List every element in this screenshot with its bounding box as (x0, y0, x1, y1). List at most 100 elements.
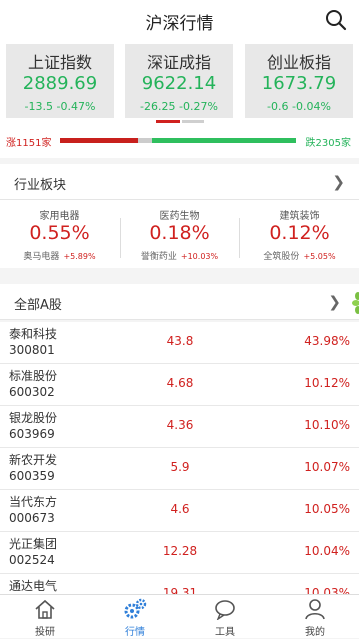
sector-pct: 0.18% (149, 222, 210, 244)
stock-name: 通达电气 (9, 579, 58, 593)
stock-price: 12.28 (162, 544, 198, 558)
index-value: 1673.79 (261, 73, 337, 94)
tab-label: 行情 (125, 627, 145, 638)
stock-price: 43.8 (166, 334, 194, 348)
section-title: 全部A股 (14, 298, 62, 313)
stock-pct: 10.05% (304, 502, 350, 516)
index-change-points: -13.5 (24, 100, 54, 113)
stock-pct: 10.07% (304, 460, 350, 474)
tab-research[interactable]: 投研 (0, 595, 90, 639)
carousel-dot (182, 120, 204, 123)
tab-label: 工具 (215, 627, 235, 638)
sector-name: 建筑装饰 (279, 211, 320, 222)
stock-row[interactable]: 标准股份 600302 4.68 10.12% (0, 364, 359, 406)
sector-leader: 全筑股份 +5.05% (240, 249, 359, 262)
index-card-chinext[interactable]: 创业板指 1673.79 -0.6 -0.04% (245, 44, 353, 118)
sector-pct: 0.12% (269, 222, 330, 244)
index-change: -13.5 -0.47% (6, 100, 114, 113)
stock-pct: 10.12% (304, 376, 350, 390)
index-card-shenzhen[interactable]: 深证成指 9622.14 -26.25 -0.27% (125, 44, 233, 118)
chevron-right-icon: ❯ (328, 293, 341, 311)
search-icon[interactable] (325, 9, 347, 31)
stock-code: 600359 (9, 469, 55, 483)
stock-name: 标准股份 (9, 369, 58, 383)
bottom-tab-bar: 投研 行情 工具 我的 (0, 594, 359, 638)
top-bar: 沪深行情 (0, 0, 359, 40)
stock-code: 300801 (9, 343, 55, 357)
index-change: -26.25 -0.27% (125, 100, 233, 113)
stock-pct: 10.10% (304, 418, 350, 432)
sector-item[interactable]: 建筑装饰 0.12% 全筑股份 +5.05% (240, 200, 359, 268)
stock-row[interactable]: 当代东方 000673 4.6 10.05% (0, 490, 359, 532)
leader-pct: +5.05% (303, 252, 336, 261)
chat-icon (215, 600, 235, 620)
carousel-dot-active (156, 120, 180, 123)
stock-row[interactable]: 泰和科技 300801 43.8 43.98% (0, 322, 359, 364)
tab-mine[interactable]: 我的 (270, 595, 359, 639)
stock-name: 新农开发 (9, 453, 58, 467)
stock-code: 002524 (9, 553, 55, 567)
sector-item[interactable]: 家用电器 0.55% 奥马电器 +5.89% (0, 200, 119, 268)
index-value: 2889.69 (22, 73, 98, 94)
index-change: -0.6 -0.04% (245, 100, 353, 113)
index-change-points: -26.25 (140, 100, 176, 113)
stock-price: 19.31 (162, 586, 198, 594)
home-icon (35, 599, 55, 619)
stock-pct: 43.98% (304, 334, 350, 348)
index-change-pct: -0.47% (56, 100, 96, 113)
advancers-count: 涨1151家 (6, 138, 52, 149)
leader-name: 全筑股份 (263, 252, 300, 262)
stock-price: 4.36 (166, 418, 194, 432)
stock-code: 600302 (9, 385, 55, 399)
stock-name: 银龙股份 (9, 411, 58, 425)
stock-pct: 10.04% (304, 544, 350, 558)
gears-icon (124, 598, 147, 619)
stock-code: 603969 (9, 427, 55, 441)
section-title: 行业板块 (14, 178, 67, 193)
leader-pct: +10.03% (180, 252, 219, 261)
index-name: 上证指数 (27, 53, 92, 72)
sector-pct: 0.55% (29, 222, 90, 244)
leaf-icon (352, 292, 359, 314)
sector-leader: 奥马电器 +5.89% (0, 249, 119, 262)
decliners-bar (152, 138, 296, 143)
chevron-right-icon: ❯ (332, 173, 345, 191)
sector-list: 家用电器 0.55% 奥马电器 +5.89% 医药生物 0.18% 誉衡药业 +10… (0, 200, 359, 268)
index-card-shanghai[interactable]: 上证指数 2889.69 -13.5 -0.47% (6, 44, 114, 118)
industry-section-header[interactable]: 行业板块 ❯ (0, 164, 359, 200)
leader-name: 誉衡药业 (140, 252, 177, 262)
index-change-pct: -0.27% (179, 100, 218, 113)
sector-leader: 誉衡药业 +10.03% (120, 249, 239, 262)
index-value: 9622.14 (141, 73, 217, 94)
user-icon (305, 599, 325, 620)
stock-price: 4.6 (170, 502, 190, 516)
all-a-shares-header[interactable]: 全部A股 ❯ (0, 284, 359, 320)
tab-market[interactable]: 行情 (90, 595, 180, 639)
stock-row[interactable]: 银龙股份 603969 4.36 10.10% (0, 406, 359, 448)
stock-row[interactable]: 光正集团 002524 12.28 10.04% (0, 532, 359, 574)
tab-label: 投研 (35, 627, 55, 638)
index-change-points: -0.6 (267, 100, 289, 113)
index-name: 创业板指 (266, 53, 331, 72)
advancers-bar (60, 138, 138, 143)
stock-price: 4.68 (166, 376, 194, 390)
stock-name: 当代东方 (9, 495, 58, 509)
stock-pct: 10.03% (304, 586, 350, 594)
unchanged-bar (138, 138, 152, 143)
stock-code: 000673 (9, 511, 55, 525)
index-change-pct: -0.04% (292, 100, 331, 113)
sector-name: 医药生物 (159, 211, 200, 222)
page-title: 沪深行情 (145, 14, 214, 34)
leader-name: 奥马电器 (23, 252, 60, 262)
stock-name: 光正集团 (9, 537, 58, 551)
carousel-indicator (156, 120, 204, 123)
market-breadth: 涨1151家 跌2305家 (0, 132, 359, 158)
stock-name: 泰和科技 (9, 327, 58, 341)
index-cards: 上证指数 2889.69 -13.5 -0.47% 深证成指 9622.14 -… (0, 40, 359, 132)
sector-item[interactable]: 医药生物 0.18% 誉衡药业 +10.03% (120, 200, 239, 268)
index-name: 深证成指 (146, 53, 211, 72)
tab-label: 我的 (305, 627, 325, 638)
stock-row[interactable]: 通达电气 19.31 10.03% (0, 574, 359, 594)
tab-tools[interactable]: 工具 (180, 595, 270, 639)
stock-row[interactable]: 新农开发 600359 5.9 10.07% (0, 448, 359, 490)
